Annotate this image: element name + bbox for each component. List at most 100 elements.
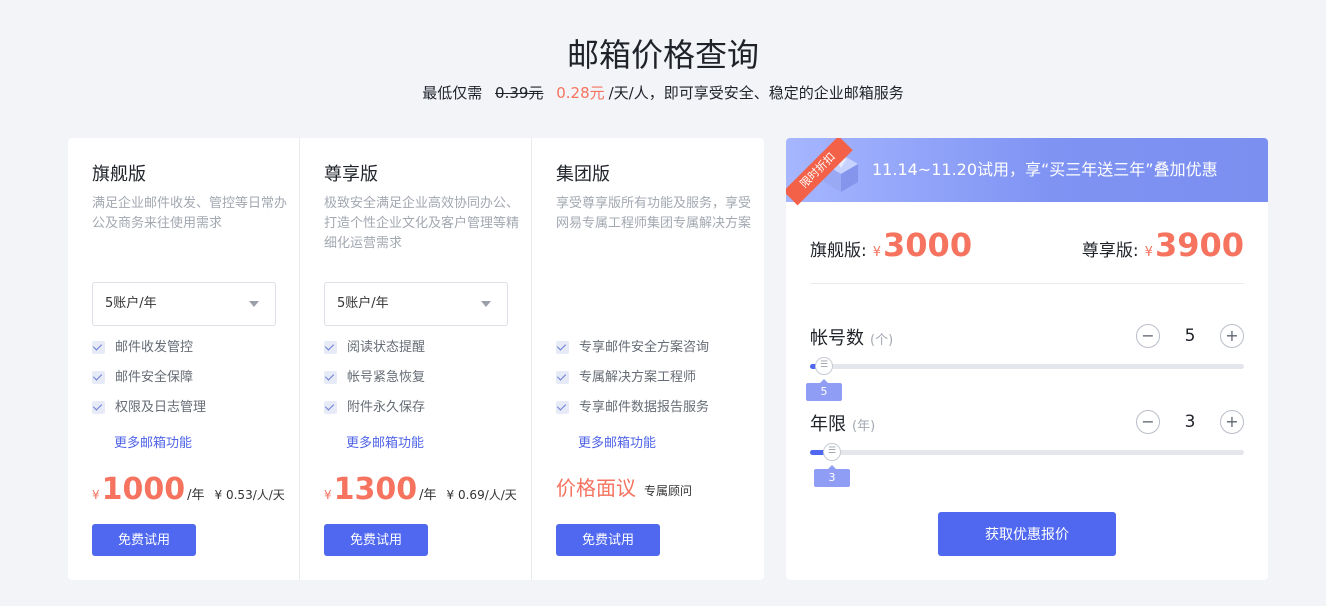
free-trial-button[interactable]: 免费试用 [556, 524, 660, 556]
feature-list: 邮件收发管控 邮件安全保障 权限及日志管理 [92, 338, 206, 428]
price-row: ¥ 1300 /年 ¥ 0.69/人/天 [324, 472, 517, 512]
accounts-slider-track[interactable] [810, 364, 1244, 369]
feature-label: 邮件安全保障 [115, 370, 194, 385]
plan-description: 满足企业邮件收发、管控等日常办公及商务来往使用需求 [92, 196, 288, 231]
years-slider-track[interactable] [810, 450, 1244, 455]
plan-description: 极致安全满足企业高效协同办公、打造个性企业文化及客户管理等精细化运营需求 [324, 196, 520, 251]
accounts-stepper: − 5 + [1136, 324, 1244, 348]
premium-label: 尊享版: [1081, 241, 1139, 261]
more-features-link[interactable]: 更多邮箱功能 [346, 432, 424, 451]
account-select[interactable]: 5账户/年 [92, 282, 276, 326]
plan-group: 集团版 享受尊享版所有功能及服务，享受网易专属工程师集团专属解决方案 专享邮件安… [532, 138, 764, 580]
account-select-value: 5账户/年 [337, 296, 389, 311]
feature-label: 附件永久保存 [347, 400, 426, 415]
checkbox-icon [92, 341, 105, 354]
flagship-label: 旗舰版: [810, 241, 867, 261]
accounts-value[interactable]: 5 [1160, 326, 1220, 346]
caret-down-icon [249, 301, 259, 307]
feature-label: 专享邮件数据报告服务 [579, 400, 710, 415]
feature-label: 邮件收发管控 [115, 340, 194, 355]
promo-banner: 11.14~11.20试用，享“买三年送三年”叠加优惠 限时折扣 [786, 138, 1268, 206]
feature-item: 附件永久保存 [324, 398, 425, 428]
premium-price: 3900 [1154, 226, 1244, 264]
page-title: 邮箱价格查询 [566, 36, 759, 74]
plan-description: 享受尊享版所有功能及服务，享受网易专属工程师集团专属解决方案 [556, 196, 752, 231]
price-row: ¥ 1000 /年 ¥ 0.53/人/天 [92, 472, 285, 512]
feature-list: 阅读状态提醒 帐号紧急恢复 附件永久保存 [324, 338, 425, 428]
currency-symbol: ¥ [324, 488, 332, 502]
accounts-plus-button[interactable]: + [1220, 324, 1244, 348]
accounts-label: 帐号数 [810, 328, 864, 349]
feature-item: 专享邮件数据报告服务 [556, 398, 709, 428]
accounts-slider-tooltip: 5 [806, 379, 842, 401]
plan-name: 旗舰版 [92, 164, 146, 185]
per-year: /年 [419, 488, 437, 503]
free-trial-button[interactable]: 免费试用 [92, 524, 196, 556]
checkbox-icon [92, 371, 105, 384]
feature-item: 专享邮件安全方案咨询 [556, 338, 709, 368]
plan-name: 尊享版 [324, 164, 378, 185]
more-features-link[interactable]: 更多邮箱功能 [114, 432, 192, 451]
flagship-price: 3000 [883, 226, 973, 264]
calc-prices: 旗舰版: ¥ 3000 尊享版: ¥ 3900 [810, 226, 1244, 284]
feature-item: 邮件收发管控 [92, 338, 206, 368]
price-calculator: 11.14~11.20试用，享“买三年送三年”叠加优惠 限时折扣 旗舰版: ¥ … [786, 138, 1268, 580]
accounts-slider-handle[interactable]: ☰ [815, 357, 833, 375]
plan-flagship: 旗舰版 满足企业邮件收发、管控等日常办公及商务来往使用需求 5账户/年 邮件收发… [68, 138, 300, 580]
feature-item: 帐号紧急恢复 [324, 368, 425, 398]
feature-label: 专享邮件安全方案咨询 [579, 340, 710, 355]
accounts-title: 帐号数 (个) [810, 324, 893, 350]
checkbox-icon [324, 401, 337, 414]
checkbox-icon [556, 341, 569, 354]
plan-cards: 旗舰版 满足企业邮件收发、管控等日常办公及商务来往使用需求 5账户/年 邮件收发… [68, 138, 764, 580]
years-plus-button[interactable]: + [1220, 410, 1244, 434]
currency-symbol: ¥ [1144, 245, 1153, 260]
years-slider-handle[interactable]: ☰ [823, 443, 841, 461]
accounts-minus-button[interactable]: − [1136, 324, 1160, 348]
accounts-slider-block: 帐号数 (个) − 5 + ☰ 5 [806, 324, 1244, 404]
feature-item: 权限及日志管理 [92, 398, 206, 428]
checkbox-icon [92, 401, 105, 414]
subtitle-suffix: /天/人，即可享受安全、稳定的企业邮箱服务 [608, 84, 904, 102]
old-price: 0.39元 [495, 84, 544, 102]
plan-price: 1300 [333, 472, 418, 507]
plan-price: 1000 [101, 472, 186, 507]
feature-label: 权限及日志管理 [115, 400, 207, 415]
per-day-price: ¥ 0.53/人/天 [214, 488, 285, 502]
feature-label: 专属解决方案工程师 [579, 370, 697, 385]
years-slider-block: 年限 (年) − 3 + ☰ 3 [810, 410, 1244, 490]
checkbox-icon [556, 401, 569, 414]
years-label: 年限 [810, 414, 846, 435]
plan-name: 集团版 [556, 164, 610, 185]
years-minus-button[interactable]: − [1136, 410, 1160, 434]
account-select-value: 5账户/年 [105, 296, 157, 311]
subtitle-prefix: 最低仅需 [422, 84, 483, 102]
promo-text: 11.14~11.20试用，享“买三年送三年”叠加优惠 [872, 160, 1218, 179]
consultant-label: 专属顾问 [644, 484, 693, 498]
price-negotiable: 价格面议 [556, 476, 636, 500]
currency-symbol: ¥ [92, 488, 100, 502]
price-row: 价格面议 专属顾问 [556, 472, 692, 512]
checkbox-icon [324, 341, 337, 354]
feature-item: 专属解决方案工程师 [556, 368, 709, 398]
more-features-link[interactable]: 更多邮箱功能 [578, 432, 656, 451]
free-trial-button[interactable]: 免费试用 [324, 524, 428, 556]
get-quote-button[interactable]: 获取优惠报价 [938, 512, 1116, 556]
new-price: 0.28元 [556, 84, 605, 102]
years-title: 年限 (年) [810, 410, 875, 436]
years-unit: (年) [852, 419, 876, 434]
flagship-total: 旗舰版: ¥ 3000 [810, 226, 972, 264]
premium-total: 尊享版: ¥ 3900 [1082, 226, 1244, 264]
plan-premium: 尊享版 极致安全满足企业高效协同办公、打造个性企业文化及客户管理等精细化运营需求… [300, 138, 532, 580]
checkbox-icon [556, 371, 569, 384]
per-year: /年 [187, 488, 205, 503]
years-value[interactable]: 3 [1160, 412, 1220, 432]
currency-symbol: ¥ [872, 245, 882, 260]
per-day-price: ¥ 0.69/人/天 [446, 488, 517, 502]
feature-item: 阅读状态提醒 [324, 338, 425, 368]
accounts-unit: (个) [870, 333, 894, 348]
account-select[interactable]: 5账户/年 [324, 282, 508, 326]
checkbox-icon [324, 371, 337, 384]
years-stepper: − 3 + [1136, 410, 1244, 434]
feature-label: 帐号紧急恢复 [347, 370, 426, 385]
